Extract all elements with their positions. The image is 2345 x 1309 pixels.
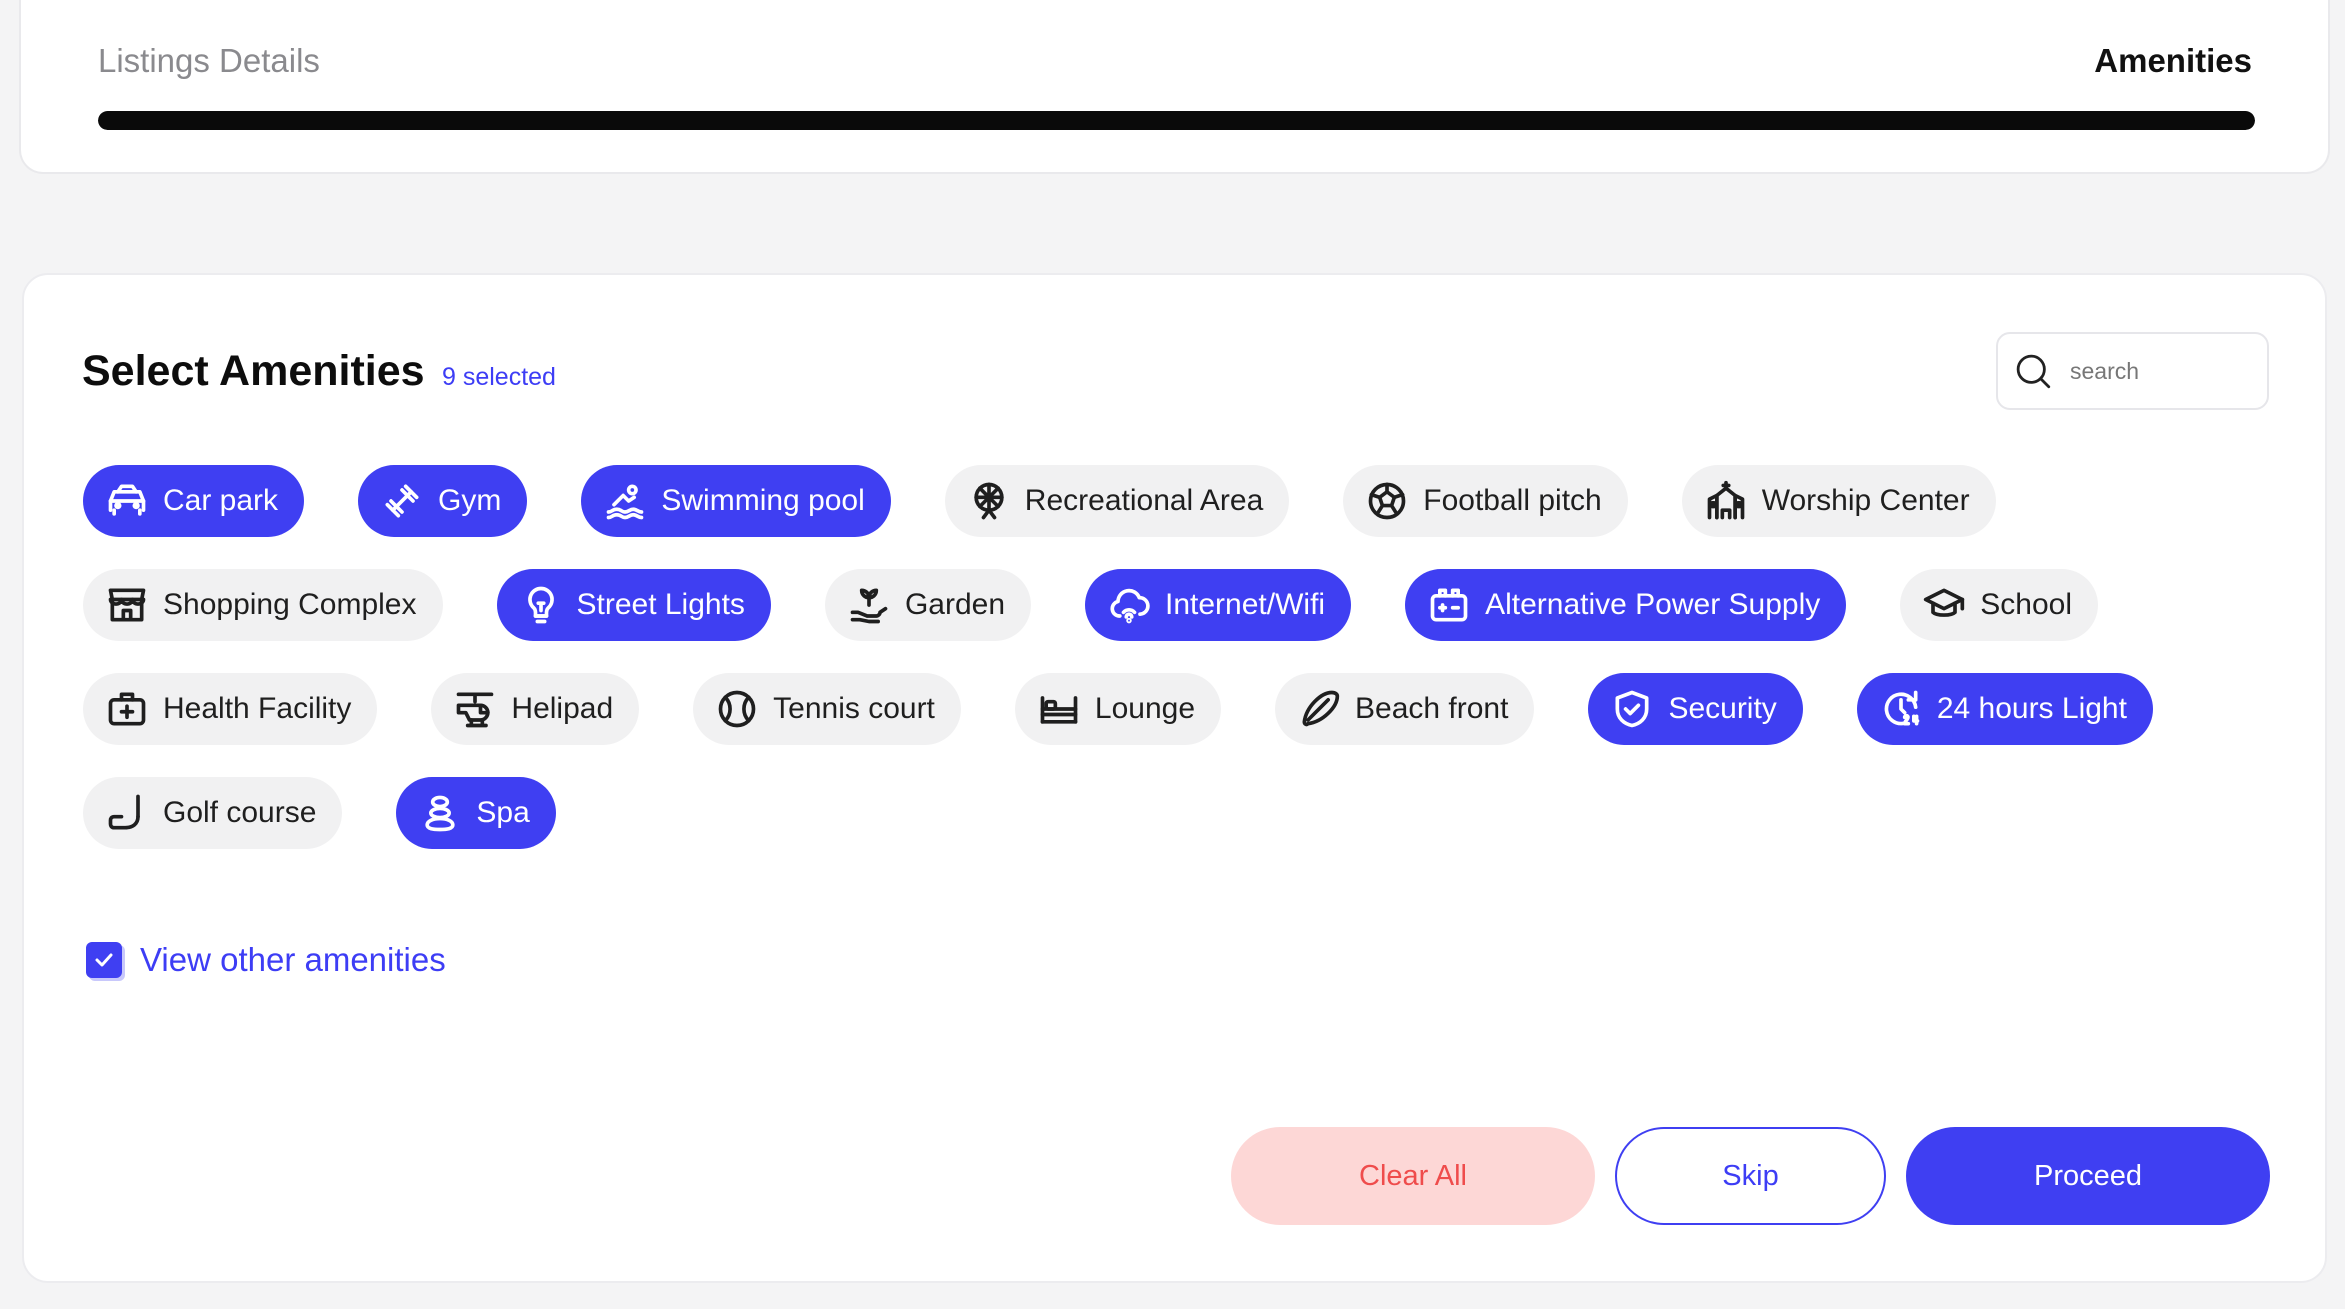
search-input[interactable] bbox=[2070, 357, 2240, 385]
amenity-chip-street-lights[interactable]: Street Lights bbox=[496, 569, 771, 641]
dumbbell-icon bbox=[380, 479, 424, 523]
amenity-chip-label: Street Lights bbox=[576, 588, 745, 621]
football-icon bbox=[1365, 479, 1409, 523]
tennis-ball-icon bbox=[715, 687, 759, 731]
amenity-chip-label: Worship Center bbox=[1761, 484, 1970, 517]
amenity-row: Shopping Complex Street Lights Garden Inter… bbox=[83, 569, 2283, 641]
amenity-row: Golf course Spa bbox=[83, 777, 2283, 849]
wifi-cloud-icon bbox=[1107, 583, 1151, 627]
amenity-chip-label: Recreational Area bbox=[1024, 484, 1264, 517]
amenity-chip-spa[interactable]: Spa bbox=[396, 777, 556, 849]
amenity-chip-school[interactable]: School bbox=[1900, 569, 2098, 641]
amenity-chip-garden[interactable]: Garden bbox=[824, 569, 1032, 641]
ferris-wheel-icon bbox=[967, 479, 1011, 523]
store-icon bbox=[105, 583, 149, 627]
amenity-chip-helipad[interactable]: Helipad bbox=[431, 673, 640, 745]
amenity-chip-security[interactable]: Security bbox=[1588, 673, 1803, 745]
amenity-chip-label: Internet/Wifi bbox=[1165, 588, 1326, 621]
amenity-chip-internet-wifi[interactable]: Internet/Wifi bbox=[1085, 569, 1352, 641]
search-icon bbox=[2016, 354, 2051, 389]
golf-club-icon bbox=[105, 791, 149, 835]
amenity-chip-label: Security bbox=[1668, 692, 1777, 725]
amenity-chip-label: Health Facility bbox=[163, 692, 352, 725]
amenity-chip-tennis-court[interactable]: Tennis court bbox=[693, 673, 961, 745]
progress-stepper: Listings Details Amenities bbox=[19, 0, 2330, 174]
shield-check-icon bbox=[1610, 687, 1654, 731]
amenity-chip-beach-front[interactable]: Beach front bbox=[1275, 673, 1535, 745]
medical-bag-icon bbox=[105, 687, 149, 731]
amenity-chip-label: Gym bbox=[438, 484, 502, 517]
car-icon bbox=[105, 479, 149, 523]
selected-count: 9 selected bbox=[442, 363, 556, 391]
search-box[interactable] bbox=[1996, 332, 2269, 410]
amenity-chip-golf-course[interactable]: Golf course bbox=[83, 777, 343, 849]
graduation-cap-icon bbox=[1922, 583, 1966, 627]
amenity-chip-football-pitch[interactable]: Football pitch bbox=[1343, 465, 1628, 537]
amenity-chip-list: Car park Gym Swimming pool Recreational Are… bbox=[83, 465, 2283, 881]
amenity-chip-health-facility[interactable]: Health Facility bbox=[83, 673, 378, 745]
spa-stones-icon bbox=[418, 791, 462, 835]
surfboard-icon bbox=[1297, 687, 1341, 731]
proceed-button[interactable]: Proceed bbox=[1906, 1127, 2270, 1225]
clock-24-icon bbox=[1879, 687, 1923, 731]
amenity-chip-label: Tennis court bbox=[773, 692, 935, 725]
amenity-chip-recreational-area[interactable]: Recreational Area bbox=[944, 465, 1290, 537]
amenity-chip-shopping-complex[interactable]: Shopping Complex bbox=[83, 569, 443, 641]
bulb-icon bbox=[519, 583, 563, 627]
amenity-row: Car park Gym Swimming pool Recreational Are… bbox=[83, 465, 2283, 537]
step-listings-details[interactable]: Listings Details bbox=[98, 42, 320, 80]
amenity-chip-label: 24 hours Light bbox=[1936, 692, 2127, 725]
church-icon bbox=[1704, 479, 1748, 523]
amenity-chip-label: Beach front bbox=[1355, 692, 1509, 725]
amenity-chip-gym[interactable]: Gym bbox=[358, 465, 528, 537]
amenity-chip-label: Car park bbox=[163, 484, 279, 517]
checkmark-icon bbox=[95, 953, 113, 967]
skip-button[interactable]: Skip bbox=[1615, 1127, 1886, 1225]
amenities-panel: Select Amenities 9 selected Car park Gym S… bbox=[22, 273, 2327, 1283]
plant-hand-icon bbox=[847, 583, 891, 627]
amenity-chip-alternative-power-supply[interactable]: Alternative Power Supply bbox=[1405, 569, 1847, 641]
amenity-chip-worship-center[interactable]: Worship Center bbox=[1681, 465, 1996, 537]
amenity-chip-label: Golf course bbox=[163, 796, 317, 829]
page-title: Select Amenities bbox=[82, 347, 425, 395]
amenity-chip-label: Swimming pool bbox=[661, 484, 865, 517]
amenity-chip-label: Garden bbox=[904, 588, 1006, 621]
battery-icon bbox=[1427, 583, 1471, 627]
amenity-chip-label: Football pitch bbox=[1423, 484, 1602, 517]
progress-bar-fill bbox=[98, 111, 2255, 130]
amenity-row: Health Facility Helipad Tennis court Lounge… bbox=[83, 673, 2283, 745]
amenity-chip-label: School bbox=[1980, 588, 2072, 621]
amenity-chip-24-hours-light[interactable]: 24 hours Light bbox=[1856, 673, 2153, 745]
amenity-chip-label: Lounge bbox=[1094, 692, 1195, 725]
view-other-checkbox[interactable] bbox=[86, 942, 122, 978]
view-other-label: View other amenities bbox=[140, 941, 446, 978]
amenity-chip-label: Shopping Complex bbox=[163, 588, 417, 621]
amenity-chip-swimming-pool[interactable]: Swimming pool bbox=[581, 465, 891, 537]
clear-all-button[interactable]: Clear All bbox=[1231, 1127, 1595, 1225]
step-amenities[interactable]: Amenities bbox=[2094, 42, 2252, 80]
amenity-chip-label: Alternative Power Supply bbox=[1485, 588, 1821, 621]
progress-bar bbox=[98, 111, 2255, 130]
amenity-chip-label: Spa bbox=[476, 796, 530, 829]
swimmer-icon bbox=[603, 479, 647, 523]
helicopter-icon bbox=[453, 687, 497, 731]
amenity-chip-car-park[interactable]: Car park bbox=[83, 465, 305, 537]
amenity-chip-lounge[interactable]: Lounge bbox=[1014, 673, 1221, 745]
amenity-chip-label: Helipad bbox=[511, 692, 614, 725]
bed-icon bbox=[1037, 687, 1081, 731]
view-other-amenities[interactable]: View other amenities bbox=[86, 941, 446, 979]
